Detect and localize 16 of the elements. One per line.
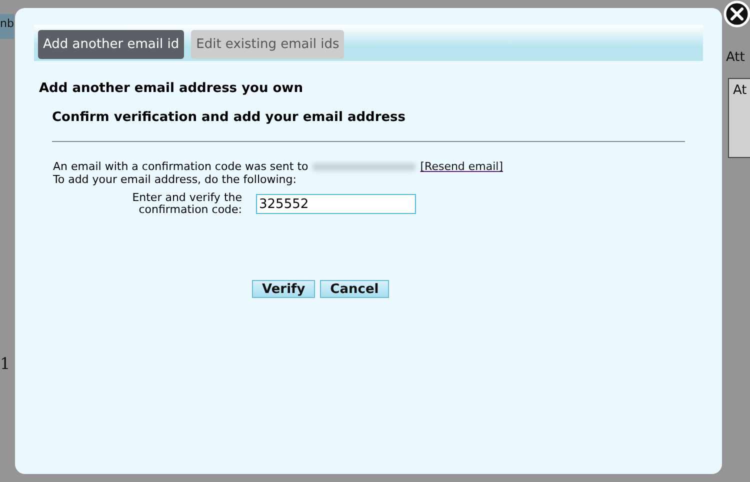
background-text: Att xyxy=(726,50,745,65)
cancel-button[interactable]: Cancel xyxy=(320,280,389,298)
section-heading: Confirm verification and add your email address xyxy=(52,110,407,125)
message-text: An email with a confirmation code was sent to xyxy=(53,160,308,173)
background-text: nb xyxy=(0,14,14,39)
verify-button[interactable]: Verify xyxy=(252,280,316,298)
instruction-text: To add your email address, do the following: xyxy=(53,173,298,186)
close-icon[interactable] xyxy=(723,0,750,28)
tab[interactable]: Edit existing email ids xyxy=(191,30,344,59)
background-text: 1 xyxy=(0,354,10,373)
code-label: Enter and verify the confirmation code: xyxy=(131,192,242,216)
code-input-field[interactable]: 325552 xyxy=(256,194,416,214)
dialog-heading: Add another email address you own xyxy=(39,81,304,96)
resend-email-link[interactable]: [Resend email] xyxy=(420,160,504,173)
background-text: At xyxy=(728,78,750,158)
tab[interactable]: Add another email id xyxy=(38,30,184,59)
